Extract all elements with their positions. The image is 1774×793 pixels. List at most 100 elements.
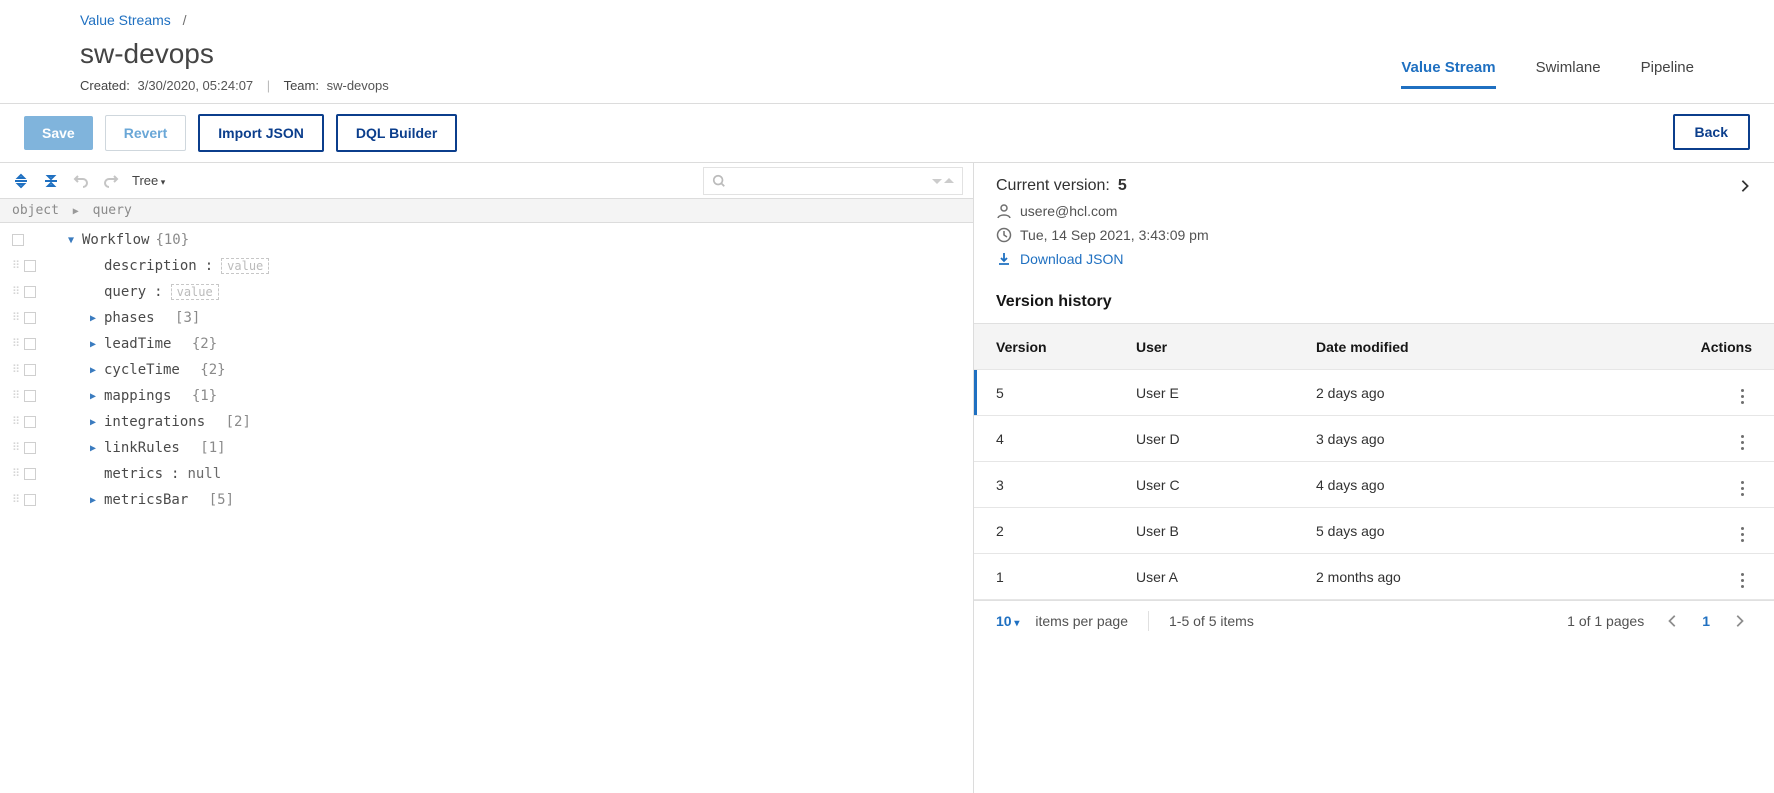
page-title: sw-devops: [80, 38, 1401, 70]
version-table: Version User Date modified Actions 5User…: [974, 323, 1774, 600]
cell-user: User E: [1136, 385, 1316, 401]
tree-row-query[interactable]: ⠿ query: value: [0, 279, 973, 305]
menu-icon[interactable]: [24, 260, 36, 272]
menu-icon[interactable]: [24, 364, 36, 376]
menu-icon[interactable]: [12, 234, 24, 246]
tree-row-metricsbar[interactable]: ⠿ metricsBar [5]: [0, 487, 973, 513]
items-per-page-select[interactable]: 10: [996, 613, 1019, 629]
cell-user: User A: [1136, 569, 1316, 585]
caret-right-icon[interactable]: [88, 339, 98, 350]
caret-right-icon[interactable]: [88, 443, 98, 454]
tab-swimlane[interactable]: Swimlane: [1536, 49, 1601, 89]
json-editor: Tree object ▶ query: [0, 163, 974, 793]
current-version-user: usere@hcl.com: [996, 203, 1752, 219]
tree-row-description[interactable]: ⠿ description: value: [0, 253, 973, 279]
row-actions-menu[interactable]: [1732, 570, 1752, 590]
search-nav-icons[interactable]: [932, 176, 954, 186]
team-value: sw-devops: [327, 78, 389, 93]
row-actions-menu[interactable]: [1732, 478, 1752, 498]
cell-date: 5 days ago: [1316, 523, 1682, 539]
current-version-timestamp: Tue, 14 Sep 2021, 3:43:09 pm: [996, 227, 1752, 243]
editor-search[interactable]: [703, 167, 963, 195]
collapse-all-icon[interactable]: [42, 172, 60, 190]
menu-icon[interactable]: [24, 338, 36, 350]
menu-icon[interactable]: [24, 442, 36, 454]
row-actions-menu[interactable]: [1732, 386, 1752, 406]
version-table-header: Version User Date modified Actions: [974, 324, 1774, 370]
version-row[interactable]: 5User E2 days ago: [974, 370, 1774, 416]
version-row[interactable]: 2User B5 days ago: [974, 508, 1774, 554]
col-version: Version: [996, 339, 1136, 355]
caret-right-icon[interactable]: [88, 313, 98, 324]
caret-right-icon[interactable]: [88, 391, 98, 402]
version-row[interactable]: 4User D3 days ago: [974, 416, 1774, 462]
view-mode-select[interactable]: Tree: [132, 173, 165, 188]
tree-row-linkrules[interactable]: ⠿ linkRules [1]: [0, 435, 973, 461]
cell-date: 4 days ago: [1316, 477, 1682, 493]
tree-row-mappings[interactable]: ⠿ mappings {1}: [0, 383, 973, 409]
user-icon: [996, 203, 1012, 219]
prev-page-button[interactable]: [1660, 614, 1686, 628]
created-label: Created:: [80, 78, 130, 93]
version-panel: Current version: 5 usere@hcl.com Tue, 14…: [974, 163, 1774, 793]
cell-version: 1: [996, 569, 1136, 585]
tree-row-integrations[interactable]: ⠿ integrations [2]: [0, 409, 973, 435]
revert-button[interactable]: Revert: [105, 115, 187, 151]
tabs: Value Stream Swimlane Pipeline: [1401, 49, 1694, 91]
pagination: 10 items per page 1-5 of 5 items 1 of 1 …: [974, 600, 1774, 641]
tree-row-leadtime[interactable]: ⠿ leadTime {2}: [0, 331, 973, 357]
cell-date: 2 months ago: [1316, 569, 1682, 585]
clock-icon: [996, 227, 1012, 243]
back-button[interactable]: Back: [1673, 114, 1750, 150]
version-history-title: Version history: [996, 293, 1752, 311]
value-input[interactable]: value: [171, 284, 219, 300]
menu-icon[interactable]: [24, 390, 36, 402]
expand-all-icon[interactable]: [12, 172, 30, 190]
cell-user: User C: [1136, 477, 1316, 493]
row-actions-menu[interactable]: [1732, 432, 1752, 452]
tab-value-stream[interactable]: Value Stream: [1401, 49, 1495, 89]
import-json-button[interactable]: Import JSON: [198, 114, 324, 152]
caret-right-icon[interactable]: [88, 365, 98, 376]
json-tree: Workflow {10} ⠿ description: value ⠿: [0, 223, 973, 513]
tree-row-cycletime[interactable]: ⠿ cycleTime {2}: [0, 357, 973, 383]
tab-pipeline[interactable]: Pipeline: [1641, 49, 1694, 89]
next-page-button[interactable]: [1726, 614, 1752, 628]
row-actions-menu[interactable]: [1732, 524, 1752, 544]
path-seg-query[interactable]: query: [93, 203, 132, 218]
col-user: User: [1136, 339, 1316, 355]
cell-version: 3: [996, 477, 1136, 493]
version-row[interactable]: 3User C4 days ago: [974, 462, 1774, 508]
current-version-value: 5: [1118, 177, 1127, 195]
redo-icon[interactable]: [102, 172, 120, 190]
editor-path: object ▶ query: [0, 199, 973, 223]
menu-icon[interactable]: [24, 312, 36, 324]
value-input[interactable]: value: [221, 258, 269, 274]
breadcrumb-root-link[interactable]: Value Streams: [80, 12, 171, 28]
dql-builder-button[interactable]: DQL Builder: [336, 114, 457, 152]
menu-icon[interactable]: [24, 286, 36, 298]
tree-row-workflow[interactable]: Workflow {10}: [0, 227, 973, 253]
created-value: 3/30/2020, 05:24:07: [138, 78, 254, 93]
undo-icon[interactable]: [72, 172, 90, 190]
breadcrumb-sep: /: [183, 12, 187, 28]
editor-toolbar: Tree: [0, 163, 973, 199]
tree-row-metrics[interactable]: ⠿ metrics : null: [0, 461, 973, 487]
caret-right-icon[interactable]: [88, 417, 98, 428]
caret-down-icon[interactable]: [66, 235, 76, 246]
menu-icon[interactable]: [24, 416, 36, 428]
menu-icon[interactable]: [24, 468, 36, 480]
download-json-link[interactable]: Download JSON: [1020, 251, 1124, 267]
cell-date: 3 days ago: [1316, 431, 1682, 447]
cell-date: 2 days ago: [1316, 385, 1682, 401]
save-button[interactable]: Save: [24, 116, 93, 150]
version-row[interactable]: 1User A2 months ago: [974, 554, 1774, 600]
chevron-right-icon[interactable]: [1738, 179, 1752, 193]
menu-icon[interactable]: [24, 494, 36, 506]
search-icon: [712, 174, 726, 188]
tree-row-phases[interactable]: ⠿ phases [3]: [0, 305, 973, 331]
caret-right-icon[interactable]: [88, 495, 98, 506]
cell-version: 4: [996, 431, 1136, 447]
path-seg-object[interactable]: object: [12, 203, 59, 218]
items-per-page-label: items per page: [1035, 613, 1128, 629]
